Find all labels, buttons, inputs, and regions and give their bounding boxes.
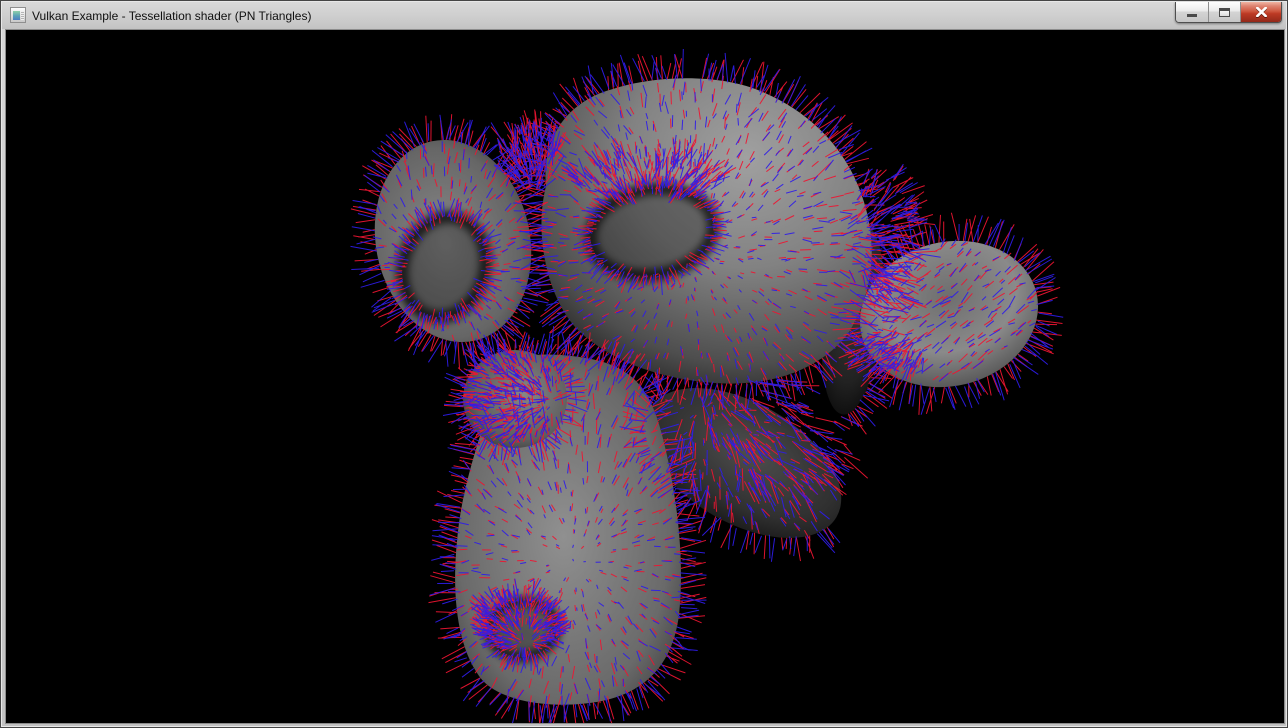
app-window: Vulkan Example - Tessellation shader (PN…	[0, 0, 1288, 728]
maximize-icon	[1219, 8, 1230, 17]
minimize-button[interactable]	[1176, 2, 1208, 22]
window-controls	[1175, 2, 1282, 23]
app-icon[interactable]	[10, 7, 26, 23]
minimize-icon	[1187, 14, 1197, 17]
maximize-button[interactable]	[1208, 2, 1240, 22]
render-viewport[interactable]	[5, 29, 1285, 724]
tessellated-model-scene	[6, 30, 1284, 723]
application-window-icon	[10, 7, 26, 23]
close-icon	[1256, 7, 1267, 17]
titlebar[interactable]: Vulkan Example - Tessellation shader (PN…	[2, 2, 1286, 29]
window-title: Vulkan Example - Tessellation shader (PN…	[32, 9, 311, 23]
close-button[interactable]	[1240, 2, 1281, 22]
